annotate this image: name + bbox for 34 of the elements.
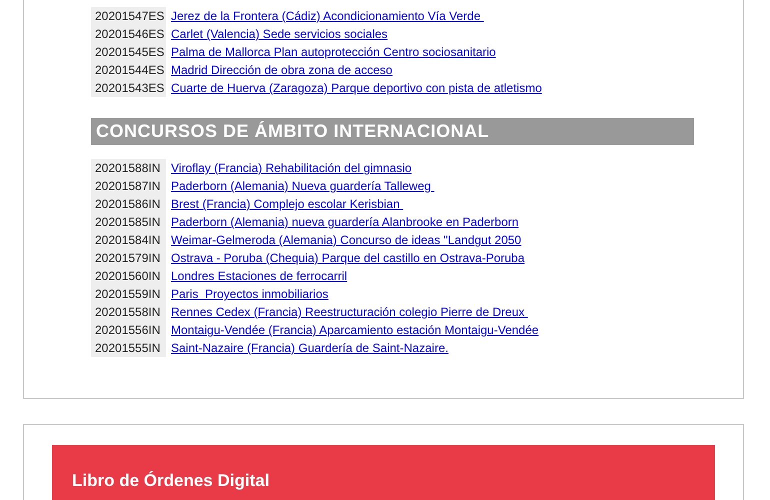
competition-code: 20201558IN [91,303,166,321]
competition-link[interactable]: Montaigu-Vendée (Francia) Aparcamiento estación Montaigu-Vendée [171,323,539,337]
competition-code: 20201547ES [91,7,166,25]
competition-code: 20201555IN [91,339,166,357]
competition-link[interactable]: Saint-Nazaire (Francia) Guardería de Saint-Nazaire. [171,341,448,355]
competition-code: 20201585IN [91,213,166,231]
competition-link[interactable]: Londres Estaciones de ferrocarril [171,269,348,283]
competition-link[interactable]: Brest (Francia) Complejo escolar Kerisbian [171,197,404,211]
section-heading: CONCURSOS DE ÁMBITO INTERNACIONAL [91,118,694,145]
competition-code: 20201545ES [91,43,166,61]
competition-code: 20201587IN [91,177,166,195]
competition-link[interactable]: Paderborn (Alemania) Nueva guardería Talleweg [171,179,434,193]
competition-link[interactable]: Viroflay (Francia) Rehabilitación del gimnasio [171,161,412,175]
competition-link[interactable]: Cuarte de Huerva (Zaragoza) Parque deportivo con pista de atletismo [171,81,542,95]
competition-code: 20201588IN [91,159,166,177]
competition-link[interactable]: Carlet (Valencia) Sede servicios sociales [171,27,388,41]
competition-code: 20201559IN [91,285,166,303]
competition-link[interactable]: Jerez de la Frontera (Cádiz) Acondicionamiento Vía Verde [171,9,484,23]
competition-code: 20201546ES [91,25,166,43]
competition-link[interactable]: Rennes Cedex (Francia) Reestructuración colegio Pierre de Dreux [171,305,528,319]
competition-code: 20201586IN [91,195,166,213]
competition-code: 20201584IN [91,231,166,249]
competition-link[interactable]: Weimar-Gelmeroda (Alemania) Concurso de ideas "Landgut 2050 [171,233,522,247]
competition-code: 20201556IN [91,321,166,339]
competition-link[interactable]: Paris Proyectos inmobiliarios [171,287,328,301]
competition-link[interactable]: Palma de Mallorca Plan autoprotección Centro sociosanitario [171,45,496,59]
banner-title: Libro de Órdenes Digital [72,470,270,491]
competition-code: 20201543ES [91,79,166,97]
competition-link[interactable]: Madrid Dirección de obra zona de acceso [171,63,392,77]
competition-code: 20201560IN [91,267,166,285]
competition-code: 20201579IN [91,249,166,267]
competition-link[interactable]: Ostrava - Poruba (Chequia) Parque del castillo en Ostrava-Poruba [171,251,525,265]
competition-link[interactable]: Paderborn (Alemania) nueva guardería Alanbrooke en Paderborn [171,215,519,229]
competition-code: 20201544ES [91,61,166,79]
